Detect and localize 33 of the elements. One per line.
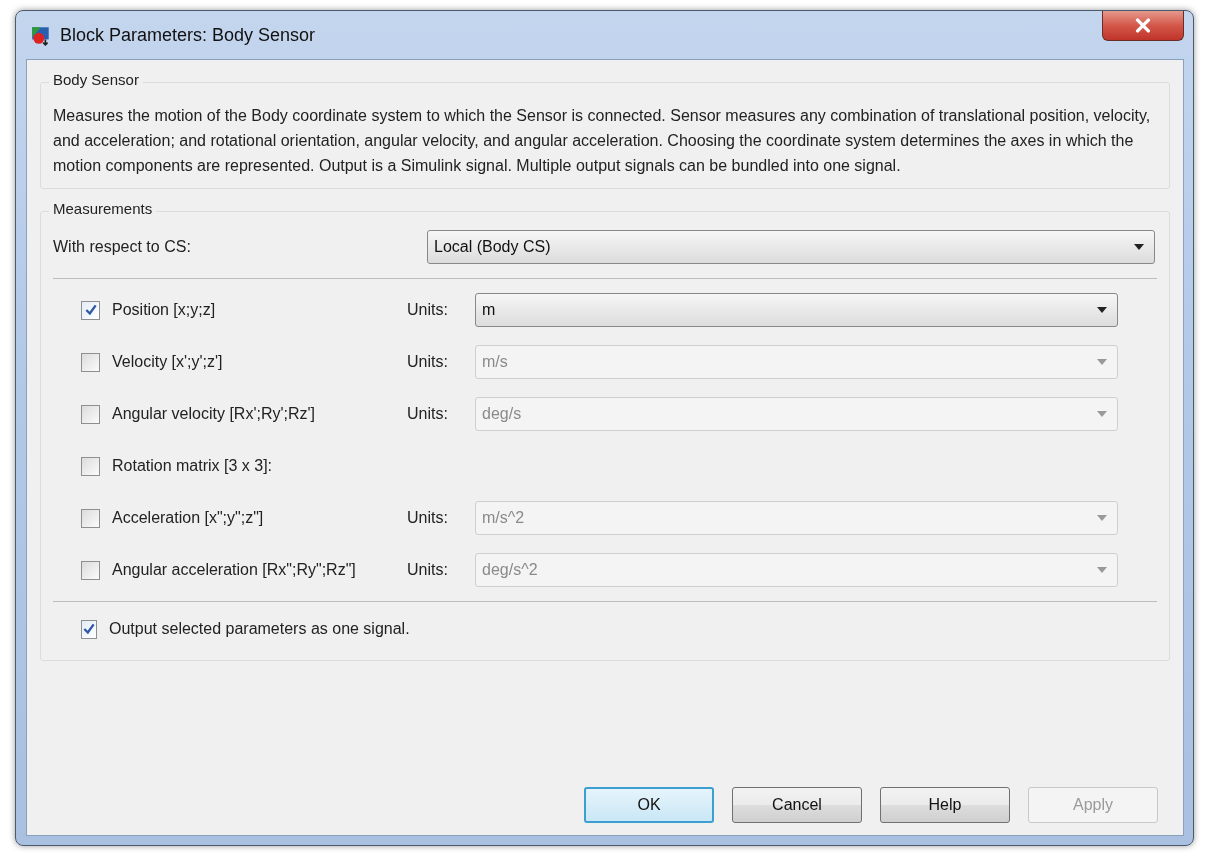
checkbox-label: Rotation matrix [3 x 3]: — [112, 457, 273, 475]
reference-label: With respect to CS: — [53, 238, 192, 256]
units-label: Units: — [407, 561, 449, 579]
description-text: Measures the motion of the Body coordinate system to which the Sensor is connected. Sensor measures any combination of translational position, velocity, and acceleration; and rotational orientation, angular velocity, and angular acceleration. Choosing the coordinate system determines the axes in which the motion components are represented. Output is a Simulink signal. Multiple output signals can be bundled into one signal. — [53, 106, 1152, 176]
units-label: Units: — [407, 405, 449, 423]
dropdown-arrow-icon — [1097, 359, 1107, 365]
dialog-button[interactable]: Cancel — [732, 787, 862, 823]
checkbox-label: Output selected parameters as one signal. — [109, 620, 410, 638]
dialog-button[interactable]: OK — [584, 787, 714, 823]
checkbox[interactable] — [81, 456, 100, 476]
block-icon — [30, 24, 52, 46]
dropdown-arrow-icon — [1097, 515, 1107, 521]
checkbox-label: Acceleration [x";y";z"] — [112, 509, 264, 527]
units-label: Units: — [407, 509, 449, 527]
units-label: Units: — [407, 301, 449, 319]
dropdown-arrow-icon — [1097, 567, 1107, 573]
dropdown-arrow-icon — [1134, 244, 1144, 250]
checkbox-label: Angular velocity [Rx';Ry';Rz'] — [112, 405, 315, 423]
checkbox-label: Angular acceleration [Rx";Ry";Rz"] — [112, 561, 356, 579]
checkbox-label: Position [x;y;z] — [112, 301, 216, 319]
checkbox-label: Velocity [x';y';z'] — [112, 353, 223, 371]
checkbox[interactable] — [81, 300, 100, 320]
dropdown-arrow-icon — [1097, 411, 1107, 417]
dropdown-arrow-icon — [1097, 307, 1107, 313]
units-label: Units: — [407, 353, 449, 371]
close-button[interactable] — [1102, 11, 1184, 41]
units-dropdown[interactable]: m — [475, 293, 1118, 327]
dialog-button[interactable]: Help — [880, 787, 1010, 823]
window-title: Block Parameters: Body Sensor — [60, 24, 316, 46]
group-title: Body Sensor — [49, 71, 143, 88]
close-icon — [1134, 18, 1152, 33]
reference-dropdown[interactable]: Local (Body CS) — [427, 230, 1155, 264]
checkbox[interactable] — [81, 619, 97, 639]
